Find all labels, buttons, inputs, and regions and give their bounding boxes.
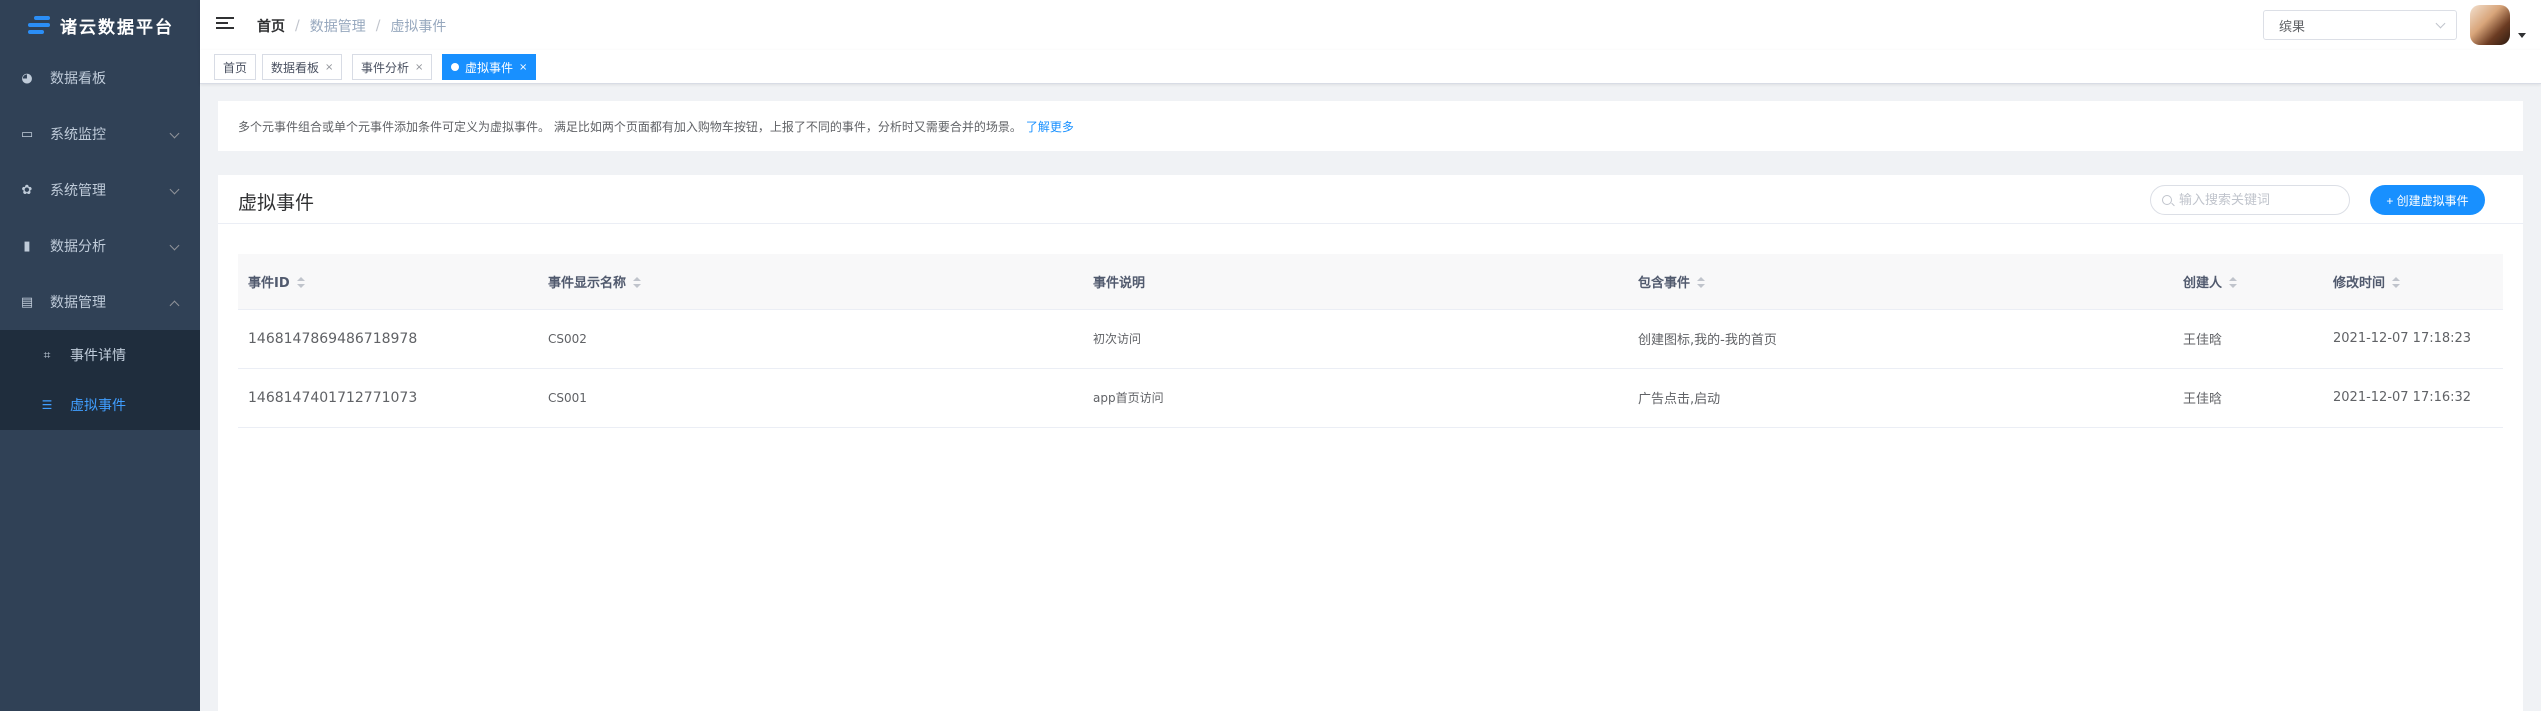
- sidebar-item-data-management[interactable]: ▤ 数据管理: [0, 274, 200, 330]
- breadcrumb-data-management[interactable]: 数据管理: [310, 16, 366, 36]
- chevron-down-icon: [2435, 18, 2446, 29]
- search-icon: [2162, 195, 2172, 205]
- close-icon[interactable]: ×: [415, 62, 423, 73]
- cell-modified-time: 2021-12-07 17:18:23: [2323, 309, 2503, 369]
- close-icon[interactable]: ×: [325, 62, 333, 73]
- sidebar-item-virtual-events[interactable]: ☰ 虚拟事件: [0, 380, 200, 430]
- table-row[interactable]: 1468147401712771073 CS001 app首页访问 广告点击,启…: [238, 368, 2503, 428]
- sidebar-item-label: 事件详情: [70, 348, 126, 364]
- search-input[interactable]: [2179, 192, 2339, 208]
- active-dot-icon: [451, 63, 459, 71]
- breadcrumb-separator: /: [295, 18, 300, 34]
- virtual-events-card: 虚拟事件 + 创建虚拟事件 事件ID 事件显示名称 事件说明 包含事件 创建人 …: [218, 175, 2523, 711]
- info-panel: 多个元事件组合或单个元事件添加条件可定义为虚拟事件。 满足比如两个页面都有加入购…: [218, 101, 2523, 151]
- breadcrumb-virtual-events: 虚拟事件: [390, 19, 447, 35]
- cell-creator: 王佳晗: [2173, 368, 2323, 428]
- chevron-down-icon: [169, 128, 180, 139]
- table-row[interactable]: 1468147869486718978 CS002 初次访问 创建图标,我的-我…: [238, 309, 2503, 369]
- sort-icon[interactable]: [632, 277, 642, 289]
- dashboard-icon: ◕: [21, 70, 33, 86]
- cell-event-id: 1468147401712771073: [238, 368, 538, 428]
- sidebar-menu: ◕ 数据看板 ▭ 系统监控 ✿ 系统管理 ▮ 数据分析 ▤ 数据管理: [0, 50, 200, 330]
- tag-label: 虚拟事件: [465, 60, 514, 75]
- sort-icon[interactable]: [296, 277, 306, 289]
- cell-creator: 王佳晗: [2173, 309, 2323, 369]
- virtual-events-table: 事件ID 事件显示名称 事件说明 包含事件 创建人 修改时间 146814786…: [238, 254, 2503, 428]
- table-header-row: 事件ID 事件显示名称 事件说明 包含事件 创建人 修改时间: [238, 254, 2503, 310]
- logo-icon: [26, 12, 52, 38]
- tag-label: 数据看板: [271, 60, 320, 75]
- tree-icon: ⌗: [43, 347, 51, 362]
- tag-dashboard[interactable]: 数据看板 ×: [262, 54, 343, 80]
- sidebar-item-system-management[interactable]: ✿ 系统管理: [0, 162, 200, 218]
- tag-label: 首页: [223, 60, 248, 75]
- cell-description: 初次访问: [1083, 309, 1628, 369]
- logo[interactable]: 诸云数据平台: [0, 0, 200, 50]
- search-box[interactable]: [2150, 185, 2350, 215]
- chevron-down-icon: [169, 240, 180, 251]
- card-header: 虚拟事件 + 创建虚拟事件: [218, 175, 2523, 224]
- create-virtual-event-button[interactable]: + 创建虚拟事件: [2370, 185, 2485, 215]
- sidebar-item-system-monitor[interactable]: ▭ 系统监控: [0, 106, 200, 162]
- cell-modified-time: 2021-12-07 17:16:32: [2323, 368, 2503, 428]
- sort-icon[interactable]: [1696, 277, 1706, 289]
- tag-label: 事件分析: [361, 60, 410, 75]
- sidebar-item-label: 数据管理: [50, 295, 106, 311]
- caret-down-icon: [2518, 33, 2526, 38]
- cell-display-name: CS002: [538, 309, 1083, 369]
- project-select-value: 缤果: [2279, 19, 2306, 35]
- sidebar-item-dashboard[interactable]: ◕ 数据看板: [0, 50, 200, 106]
- tag-event-analysis[interactable]: 事件分析 ×: [352, 54, 433, 80]
- column-header-event-id[interactable]: 事件ID: [238, 254, 538, 310]
- sort-icon[interactable]: [2391, 277, 2401, 289]
- learn-more-link[interactable]: 了解更多: [1026, 118, 1074, 135]
- cell-description: app首页访问: [1083, 368, 1628, 428]
- data-icon: ▤: [20, 294, 34, 310]
- sidebar: 诸云数据平台 ◕ 数据看板 ▭ 系统监控 ✿ 系统管理 ▮ 数据分析 ▤ 数据管…: [0, 0, 200, 711]
- column-header-modified-time[interactable]: 修改时间: [2323, 254, 2503, 310]
- project-select[interactable]: 缤果: [2263, 10, 2457, 40]
- sidebar-item-label: 虚拟事件: [70, 398, 126, 414]
- breadcrumb: 首页 / 数据管理 / 虚拟事件: [257, 16, 446, 36]
- gear-icon: ✿: [21, 182, 33, 198]
- sidebar-item-label: 数据分析: [50, 239, 106, 255]
- close-icon[interactable]: ×: [519, 62, 527, 73]
- sort-icon[interactable]: [2228, 277, 2238, 289]
- avatar: [2470, 5, 2510, 45]
- data-management-submenu: ⌗ 事件详情 ☰ 虚拟事件: [0, 330, 200, 430]
- tags-view: 首页 数据看板 × 事件分析 × 虚拟事件 ×: [200, 50, 2541, 84]
- cell-event-id: 1468147869486718978: [238, 309, 538, 369]
- cell-included-events: 广告点击,启动: [1628, 368, 2173, 428]
- sidebar-item-label: 系统管理: [50, 183, 106, 199]
- bar-chart-icon: ▮: [23, 238, 31, 254]
- info-text: 多个元事件组合或单个元事件添加条件可定义为虚拟事件。 满足比如两个页面都有加入购…: [238, 119, 1022, 134]
- logo-title: 诸云数据平台: [60, 17, 174, 38]
- monitor-icon: ▭: [20, 126, 34, 142]
- list-icon: ☰: [41, 398, 53, 412]
- sidebar-item-event-details[interactable]: ⌗ 事件详情: [0, 330, 200, 380]
- column-header-description: 事件说明: [1083, 254, 1628, 310]
- column-header-creator[interactable]: 创建人: [2173, 254, 2323, 310]
- hamburger-icon[interactable]: [216, 17, 234, 31]
- column-header-display-name[interactable]: 事件显示名称: [538, 254, 1083, 310]
- sidebar-item-label: 系统监控: [50, 127, 106, 143]
- tag-virtual-events[interactable]: 虚拟事件 ×: [442, 54, 537, 80]
- chevron-down-icon: [169, 184, 180, 195]
- tag-home[interactable]: 首页: [214, 54, 257, 80]
- sidebar-item-label: 数据看板: [50, 71, 106, 87]
- breadcrumb-separator: /: [375, 18, 381, 34]
- navbar: 首页 / 数据管理 / 虚拟事件 缤果: [200, 0, 2541, 50]
- cell-display-name: CS001: [538, 368, 1083, 428]
- sidebar-item-data-analysis[interactable]: ▮ 数据分析: [0, 218, 200, 274]
- user-avatar-dropdown[interactable]: [2470, 5, 2530, 45]
- breadcrumb-home[interactable]: 首页: [257, 16, 285, 36]
- column-header-included-events[interactable]: 包含事件: [1628, 254, 2173, 310]
- chevron-up-icon: [169, 300, 180, 311]
- card-title: 虚拟事件: [238, 192, 315, 214]
- cell-included-events: 创建图标,我的-我的首页: [1628, 309, 2173, 369]
